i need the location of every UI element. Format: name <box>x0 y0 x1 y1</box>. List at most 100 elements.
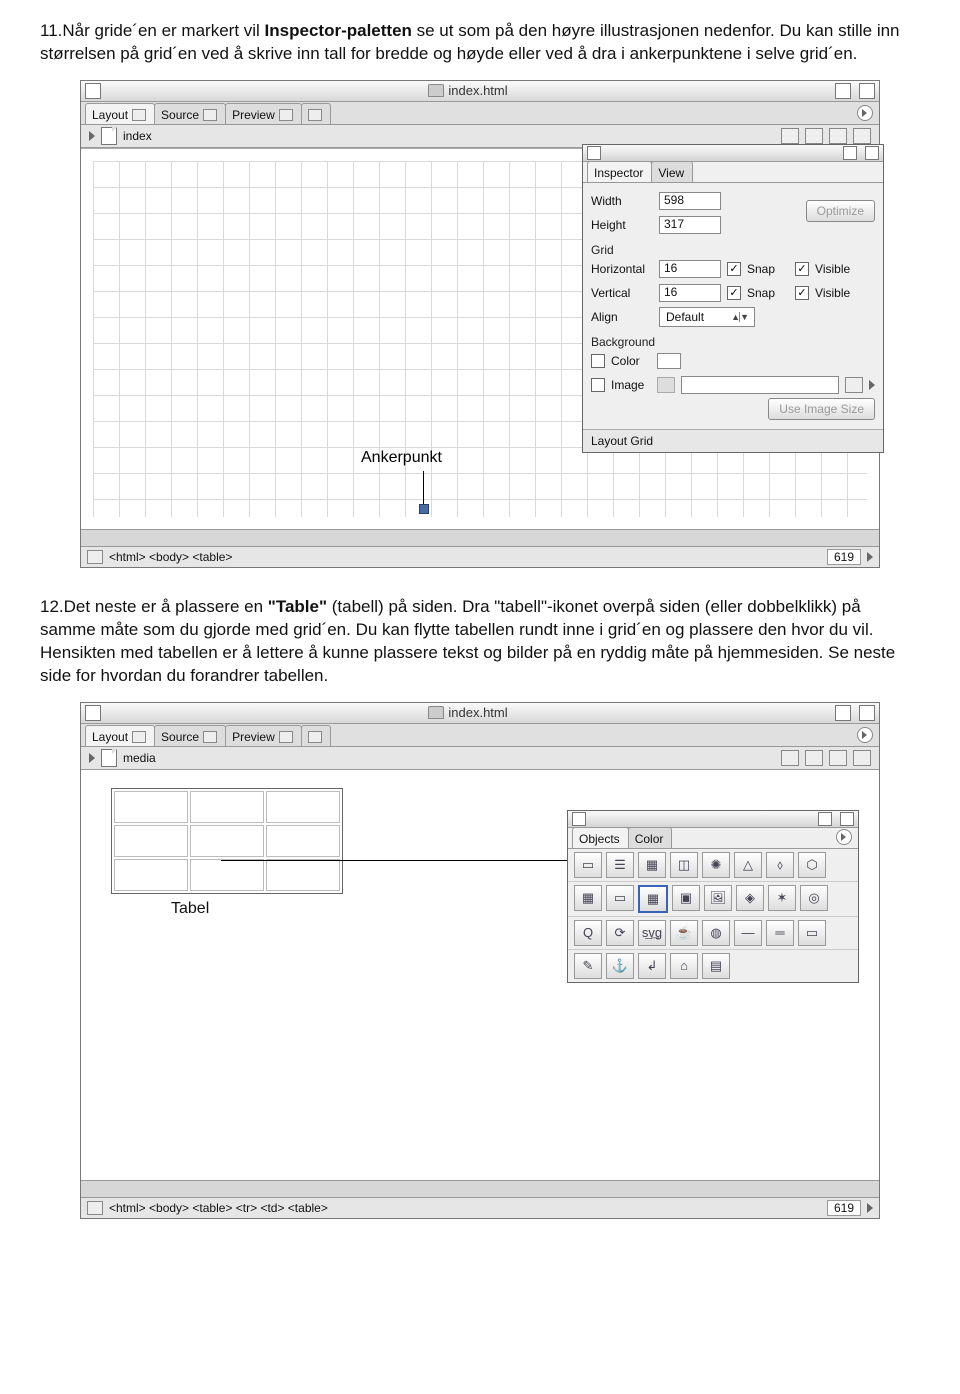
image-arrow-icon[interactable] <box>869 380 875 390</box>
disclosure-triangle-icon[interactable] <box>89 131 95 141</box>
snap-h-checkbox[interactable] <box>727 262 741 276</box>
height-input[interactable]: 317 <box>659 216 721 234</box>
tool-icon-2[interactable] <box>805 128 823 144</box>
java-icon[interactable]: ☕ <box>670 920 698 946</box>
tab-view[interactable]: View <box>651 161 693 182</box>
tab-preview[interactable]: Preview <box>225 103 302 124</box>
palette-titlebar[interactable] <box>583 145 883 162</box>
status-arrow-icon[interactable] <box>867 552 873 562</box>
tool-icon-c[interactable] <box>829 750 847 766</box>
objects-palette-titlebar[interactable] <box>568 811 858 828</box>
plugin-icon[interactable]: ◈ <box>736 885 764 911</box>
window-min-button[interactable] <box>835 83 851 99</box>
palette-close-button[interactable] <box>587 146 601 160</box>
layout-icon-2 <box>132 731 146 743</box>
tab-view-label: View <box>658 166 684 180</box>
window-min-button-2[interactable] <box>835 705 851 721</box>
image-checkbox[interactable] <box>591 378 605 392</box>
cat-extra-icon[interactable]: ⬡ <box>798 852 826 878</box>
tab-source[interactable]: Source <box>154 103 226 124</box>
tool-icon-d[interactable] <box>853 750 871 766</box>
link-icon[interactable] <box>657 377 675 393</box>
object-icon[interactable]: ◍ <box>702 920 730 946</box>
inserted-table[interactable] <box>111 788 343 894</box>
objects-flyout-button[interactable] <box>836 829 852 845</box>
br-icon[interactable]: ↲ <box>638 953 666 979</box>
cat-forms-icon[interactable]: ☰ <box>606 852 634 878</box>
layout-textbox-icon[interactable]: ▭ <box>606 885 634 911</box>
tag-icon[interactable]: ⌂ <box>670 953 698 979</box>
visible-v-checkbox[interactable] <box>795 286 809 300</box>
tool-icon-3[interactable] <box>829 128 847 144</box>
width-input[interactable]: 598 <box>659 192 721 210</box>
anchor-point-handle[interactable] <box>419 504 429 514</box>
objects-collapse-button[interactable] <box>818 812 832 826</box>
tab-inspector[interactable]: Inspector <box>587 161 652 182</box>
optimize-button[interactable]: Optimize <box>806 200 875 222</box>
layout-grid-icon[interactable]: ▦ <box>574 885 602 911</box>
layout-canvas-2[interactable]: Tabel Objects Color ▭ ☰ ▦ <box>81 770 879 1180</box>
tab-layout-2[interactable]: Layout <box>85 725 155 746</box>
cat-smart-icon[interactable]: △ <box>734 852 762 878</box>
svg-icon[interactable]: s͢v͢g <box>638 920 666 946</box>
flyout-button-2[interactable] <box>857 727 873 743</box>
image-path-input[interactable] <box>681 376 839 394</box>
tab-source-2[interactable]: Source <box>154 725 226 746</box>
flyout-button[interactable] <box>857 105 873 121</box>
tab-layout-label-2: Layout <box>92 730 128 744</box>
color-swatch[interactable] <box>657 353 681 369</box>
floating-box-icon[interactable]: ▣ <box>672 885 700 911</box>
tab-extra[interactable] <box>301 103 331 124</box>
window-zoom-button-2[interactable] <box>859 705 875 721</box>
vertical-input[interactable]: 16 <box>659 284 721 302</box>
hr-icon[interactable]: ═ <box>766 920 794 946</box>
tool-icon-4[interactable] <box>853 128 871 144</box>
cat-site-icon[interactable]: ✺ <box>702 852 730 878</box>
status-icon[interactable] <box>87 550 103 564</box>
anchor-icon[interactable]: ⚓ <box>606 953 634 979</box>
status-arrow-icon-2[interactable] <box>867 1203 873 1213</box>
tab-layout[interactable]: Layout <box>85 103 155 124</box>
align-select[interactable]: Default▲▼ <box>659 307 755 327</box>
tab-objects[interactable]: Objects <box>572 827 629 848</box>
window-close-button-2[interactable] <box>85 705 101 721</box>
date-icon[interactable]: ▤ <box>702 953 730 979</box>
tab-extra-2[interactable] <box>301 725 331 746</box>
window-title-text-2: index.html <box>448 705 507 720</box>
tab-preview-2[interactable]: Preview <box>225 725 302 746</box>
image-icon[interactable]: 🖼 <box>704 885 732 911</box>
cat-qt-icon[interactable]: ⬨ <box>766 852 794 878</box>
palette-collapse-button[interactable] <box>843 146 857 160</box>
visible-h-checkbox[interactable] <box>795 262 809 276</box>
cat-frames-icon[interactable]: ◫ <box>670 852 698 878</box>
quicktime-icon[interactable]: Q <box>574 920 602 946</box>
use-image-size-button[interactable]: Use Image Size <box>768 398 875 420</box>
browse-icon[interactable] <box>845 377 863 393</box>
tab-color[interactable]: Color <box>628 827 673 848</box>
obj8-icon[interactable]: ◎ <box>800 885 828 911</box>
horizontal-input[interactable]: 16 <box>659 260 721 278</box>
cat-basic-icon[interactable]: ▭ <box>574 852 602 878</box>
window-titlebar: index.html <box>81 81 879 102</box>
horizontal-scrollbar-2[interactable] <box>81 1180 879 1197</box>
window-zoom-button[interactable] <box>859 83 875 99</box>
marquee-icon[interactable]: ▭ <box>798 920 826 946</box>
table-icon[interactable]: ▦ <box>638 885 668 913</box>
palette-zoom-button[interactable] <box>865 146 879 160</box>
objects-zoom-button[interactable] <box>840 812 854 826</box>
real-icon[interactable]: ⟳ <box>606 920 634 946</box>
comment-icon[interactable]: ✎ <box>574 953 602 979</box>
line-icon[interactable]: — <box>734 920 762 946</box>
swf-icon[interactable]: ✶ <box>768 885 796 911</box>
snap-v-checkbox[interactable] <box>727 286 741 300</box>
horizontal-scrollbar[interactable] <box>81 529 879 546</box>
status-icon-2[interactable] <box>87 1201 103 1215</box>
cat-head-icon[interactable]: ▦ <box>638 852 666 878</box>
color-checkbox[interactable] <box>591 354 605 368</box>
disclosure-triangle-icon-2[interactable] <box>89 753 95 763</box>
window-close-button[interactable] <box>85 83 101 99</box>
tool-icon-b[interactable] <box>805 750 823 766</box>
tool-icon-1[interactable] <box>781 128 799 144</box>
objects-close-button[interactable] <box>572 812 586 826</box>
tool-icon-a[interactable] <box>781 750 799 766</box>
